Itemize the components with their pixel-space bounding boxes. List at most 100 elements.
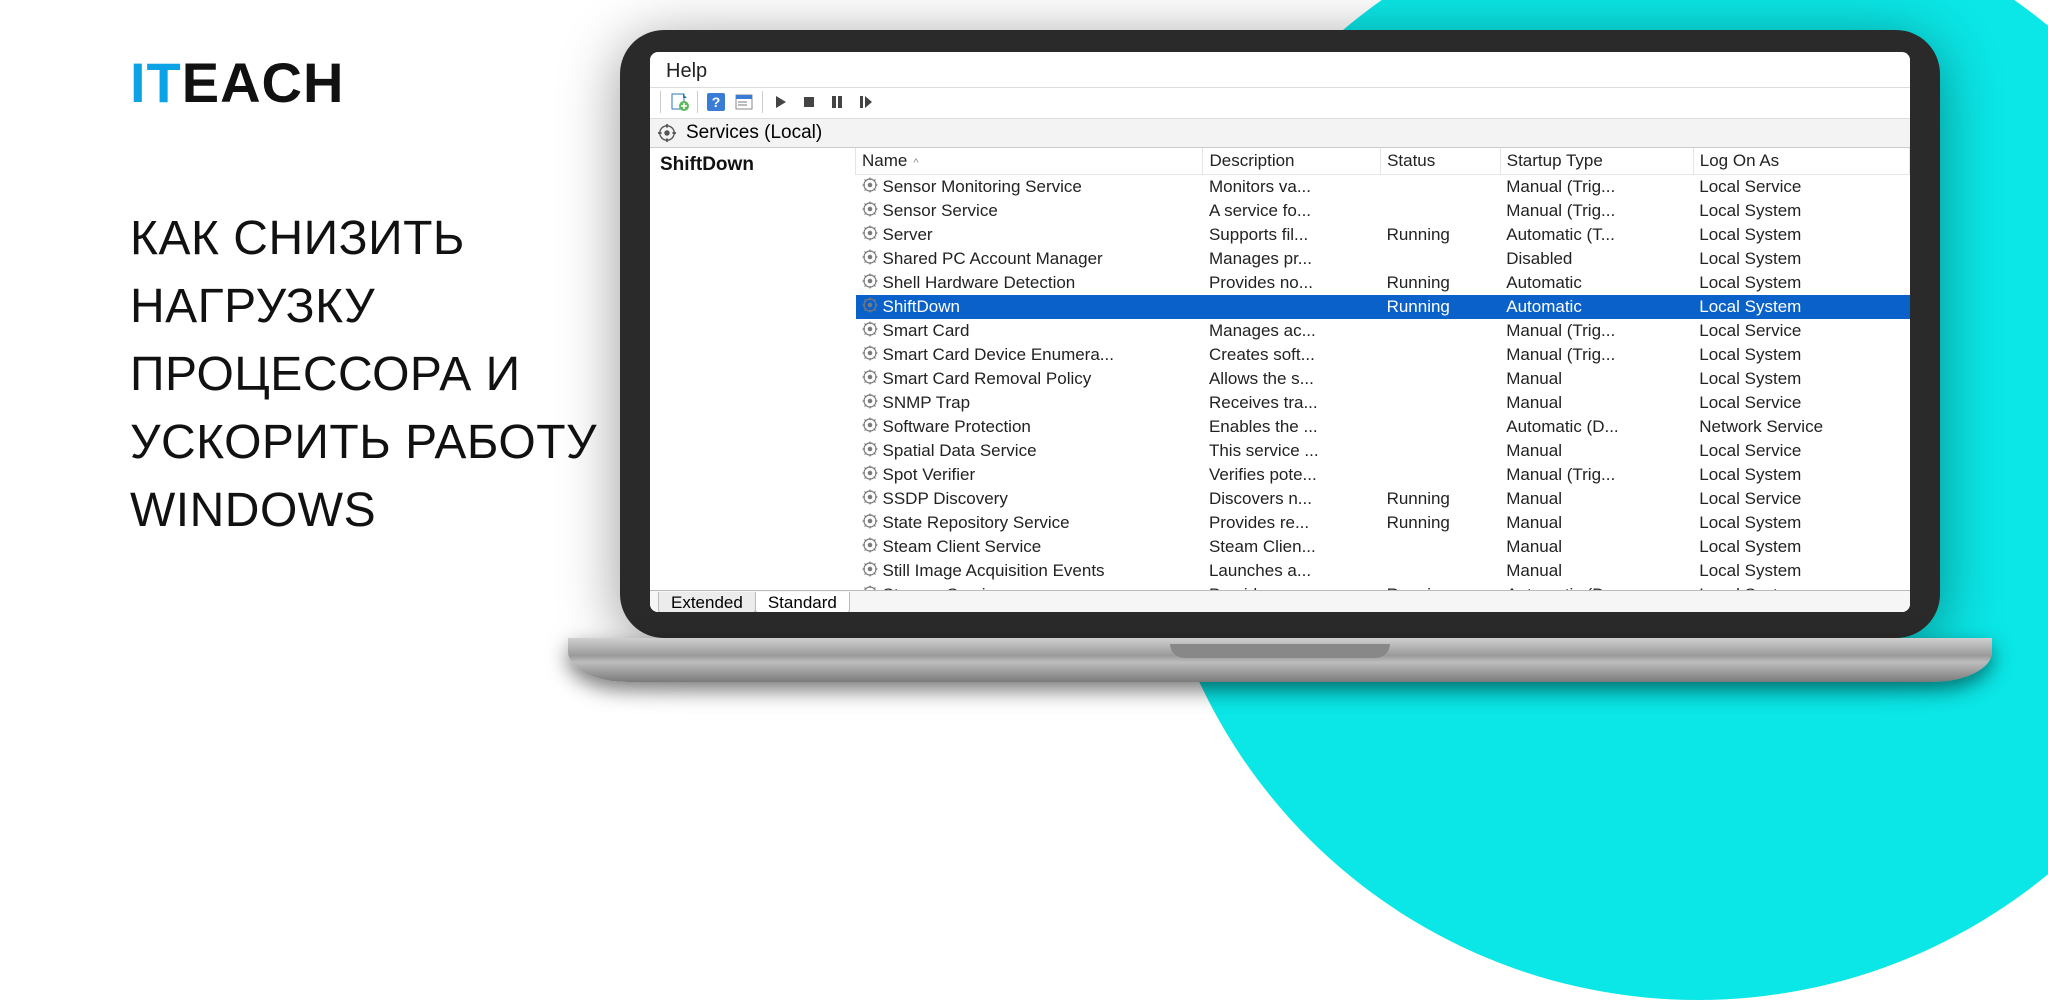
cell-description: Steam Clien... bbox=[1203, 535, 1381, 559]
cell-name: State Repository Service bbox=[856, 511, 1203, 535]
table-row[interactable]: Spatial Data ServiceThis service ...Manu… bbox=[856, 439, 1910, 463]
cell-logon: Local System bbox=[1693, 535, 1909, 559]
cell-logon: Local Service bbox=[1693, 391, 1909, 415]
cell-startup: Automatic (T... bbox=[1500, 223, 1693, 247]
table-row[interactable]: Spot VerifierVerifies pote...Manual (Tri… bbox=[856, 463, 1910, 487]
table-row[interactable]: Still Image Acquisition EventsLaunches a… bbox=[856, 559, 1910, 583]
service-name-text: Smart Card bbox=[883, 321, 970, 341]
cell-logon: Local System bbox=[1693, 559, 1909, 583]
cell-startup: Manual bbox=[1500, 439, 1693, 463]
pause-button[interactable] bbox=[825, 90, 849, 114]
service-icon bbox=[862, 441, 878, 462]
laptop-hinge bbox=[568, 638, 1992, 682]
cell-startup: Manual bbox=[1500, 367, 1693, 391]
table-row[interactable]: Smart Card Removal PolicyAllows the s...… bbox=[856, 367, 1910, 391]
stop-button[interactable] bbox=[797, 90, 821, 114]
cell-description: Verifies pote... bbox=[1203, 463, 1381, 487]
cell-description: Creates soft... bbox=[1203, 343, 1381, 367]
service-name-text: Shell Hardware Detection bbox=[883, 273, 1076, 293]
table-row[interactable]: SSDP DiscoveryDiscovers n...RunningManua… bbox=[856, 487, 1910, 511]
toolbar: ? bbox=[650, 87, 1910, 119]
cell-name: Sensor Monitoring Service bbox=[856, 175, 1203, 199]
navigation-label[interactable]: Services (Local) bbox=[686, 122, 822, 144]
cell-description: Manages pr... bbox=[1203, 247, 1381, 271]
cell-status: Running bbox=[1381, 223, 1501, 247]
table-row[interactable]: State Repository ServiceProvides re...Ru… bbox=[856, 511, 1910, 535]
cell-logon: Local Service bbox=[1693, 175, 1909, 200]
restart-button[interactable] bbox=[853, 90, 877, 114]
table-row[interactable]: Smart Card Device Enumera...Creates soft… bbox=[856, 343, 1910, 367]
cell-name: Still Image Acquisition Events bbox=[856, 559, 1203, 583]
cell-status bbox=[1381, 391, 1501, 415]
cell-status: Running bbox=[1381, 295, 1501, 319]
stop-icon bbox=[801, 94, 817, 110]
service-name-text: SSDP Discovery bbox=[883, 489, 1008, 509]
service-icon bbox=[862, 561, 878, 582]
services-grid-wrap: Name^ Description Status Startup Type Lo… bbox=[855, 148, 1910, 590]
table-row[interactable]: Sensor ServiceA service fo...Manual (Tri… bbox=[856, 199, 1910, 223]
column-header-startup[interactable]: Startup Type bbox=[1500, 148, 1693, 175]
cell-description: A service fo... bbox=[1203, 199, 1381, 223]
cell-status bbox=[1381, 559, 1501, 583]
service-name-text: Steam Client Service bbox=[883, 537, 1042, 557]
service-icon bbox=[862, 225, 878, 246]
cell-name: SSDP Discovery bbox=[856, 487, 1203, 511]
cell-status: Running bbox=[1381, 583, 1501, 590]
table-row[interactable]: Server Supports fil...RunningAutomatic (T… bbox=[856, 223, 1910, 247]
export-list-button[interactable] bbox=[667, 90, 691, 114]
help-button[interactable]: ? bbox=[704, 90, 728, 114]
restart-icon bbox=[857, 94, 873, 110]
column-header-name[interactable]: Name^ bbox=[856, 148, 1203, 175]
table-row[interactable]: Smart CardManages ac...Manual (Trig...Lo… bbox=[856, 319, 1910, 343]
service-name-text: ShiftDown bbox=[883, 297, 960, 317]
tab-standard[interactable]: Standard bbox=[755, 592, 850, 612]
table-row[interactable]: Software ProtectionEnables the ...Automa… bbox=[856, 415, 1910, 439]
table-row[interactable]: ShiftDownRunningAutomaticLocal System bbox=[856, 295, 1910, 319]
service-name-text: Spatial Data Service bbox=[883, 441, 1037, 461]
service-name-text: SNMP Trap bbox=[883, 393, 971, 413]
services-grid[interactable]: Name^ Description Status Startup Type Lo… bbox=[855, 148, 1910, 590]
cell-status: Running bbox=[1381, 511, 1501, 535]
cell-name: Shared PC Account Manager bbox=[856, 247, 1203, 271]
cell-logon: Local Service bbox=[1693, 487, 1909, 511]
sort-indicator: ^ bbox=[913, 157, 918, 169]
body-split: ShiftDown Name^ Description Status Start… bbox=[650, 148, 1910, 590]
play-button[interactable] bbox=[769, 90, 793, 114]
table-row[interactable]: SNMP TrapReceives tra...ManualLocal Serv… bbox=[856, 391, 1910, 415]
cell-logon: Local Service bbox=[1693, 319, 1909, 343]
help-icon: ? bbox=[706, 92, 726, 112]
table-row[interactable]: Sensor Monitoring ServiceMonitors va...M… bbox=[856, 175, 1910, 200]
cell-startup: Manual (Trig... bbox=[1500, 319, 1693, 343]
service-name-text: Server bbox=[883, 225, 933, 245]
column-header-description[interactable]: Description bbox=[1203, 148, 1381, 175]
cell-name: Sensor Service bbox=[856, 199, 1203, 223]
table-row[interactable]: Storage ServiceProvides en...RunningAuto… bbox=[856, 583, 1910, 590]
cell-description: Discovers n... bbox=[1203, 487, 1381, 511]
service-icon bbox=[862, 249, 878, 270]
tab-extended[interactable]: Extended bbox=[658, 592, 756, 612]
cell-status bbox=[1381, 439, 1501, 463]
cell-status bbox=[1381, 199, 1501, 223]
column-header-status[interactable]: Status bbox=[1381, 148, 1501, 175]
cell-logon: Local System bbox=[1693, 511, 1909, 535]
cell-description: Monitors va... bbox=[1203, 175, 1381, 200]
table-row[interactable]: Shared PC Account ManagerManages pr... Di… bbox=[856, 247, 1910, 271]
cell-status bbox=[1381, 415, 1501, 439]
export-icon bbox=[669, 92, 689, 112]
cell-description: Provides no... bbox=[1203, 271, 1381, 295]
properties-button[interactable] bbox=[732, 90, 756, 114]
cell-description: Enables the ... bbox=[1203, 415, 1381, 439]
service-icon bbox=[862, 345, 878, 366]
cell-status bbox=[1381, 175, 1501, 200]
cell-name: Smart Card bbox=[856, 319, 1203, 343]
cell-startup: Disabled bbox=[1500, 247, 1693, 271]
table-row[interactable]: Steam Client ServiceSteam Clien...Manual… bbox=[856, 535, 1910, 559]
menu-help[interactable]: Help bbox=[660, 58, 713, 85]
cell-logon: Network Service bbox=[1693, 415, 1909, 439]
cell-description: Supports fil... bbox=[1203, 223, 1381, 247]
column-header-logon[interactable]: Log On As bbox=[1693, 148, 1909, 175]
cell-startup: Manual bbox=[1500, 559, 1693, 583]
table-row[interactable]: Shell Hardware DetectionProvides no...Ru… bbox=[856, 271, 1910, 295]
cell-status bbox=[1381, 535, 1501, 559]
cell-name: SNMP Trap bbox=[856, 391, 1203, 415]
